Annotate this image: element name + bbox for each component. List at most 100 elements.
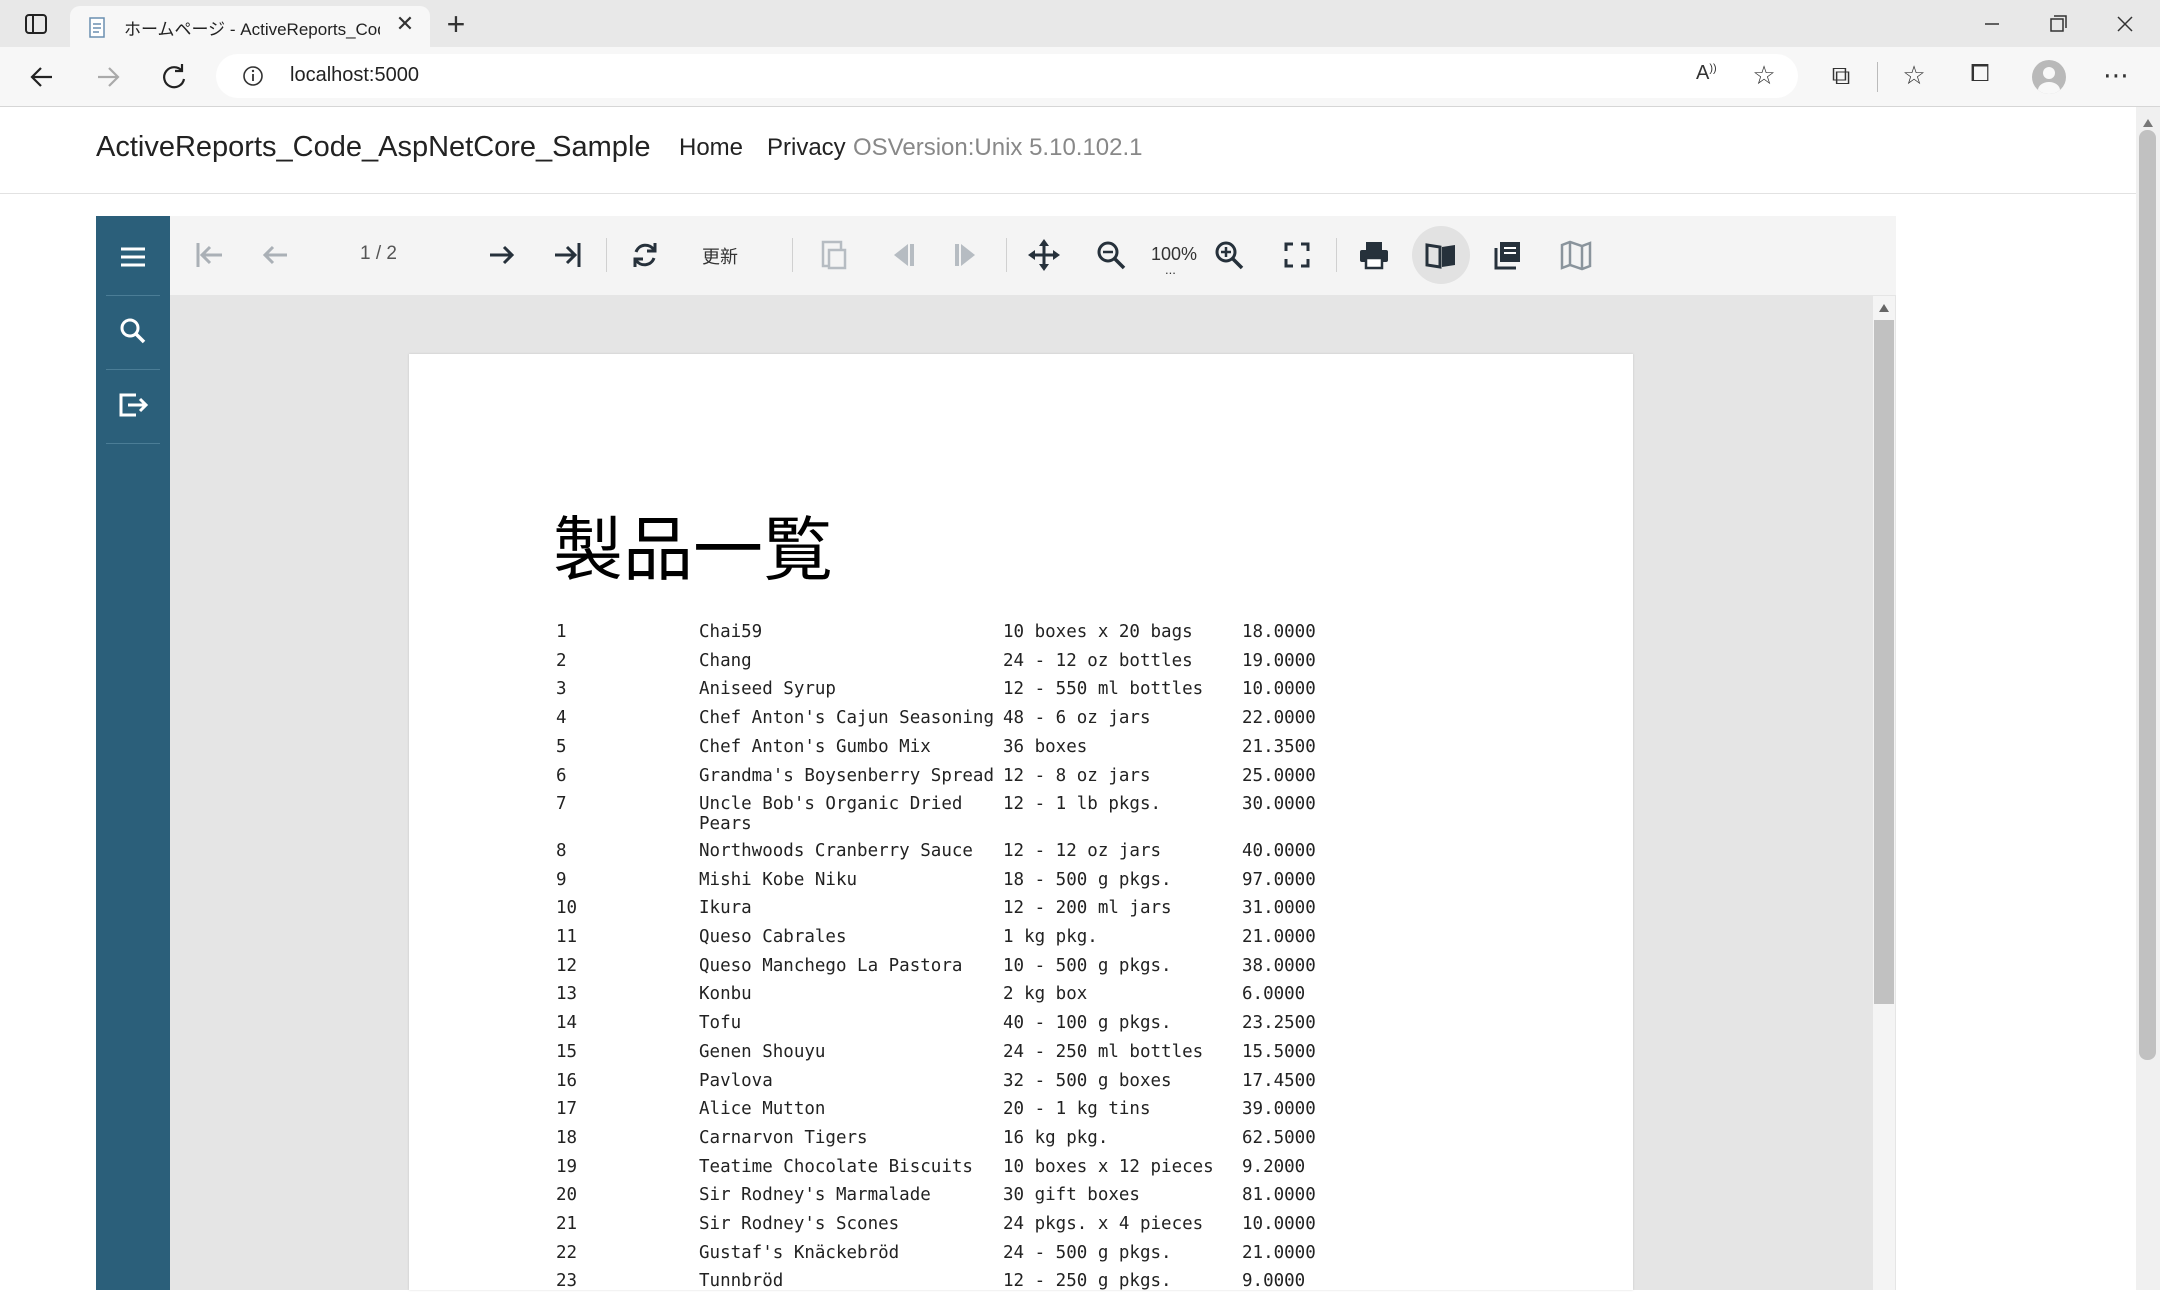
table-row: 12 Queso Manchego La Pastora 10 - 500 g pk… <box>556 956 1456 984</box>
table-row: 3 Aniseed Syrup 12 - 550 ml bottles 10.0000 <box>556 679 1456 707</box>
row-quantity: 12 - 1 lb pkgs. <box>1003 794 1162 815</box>
more-menu-icon[interactable]: ⋯ <box>2100 62 2132 94</box>
viewer-toolbar: 1 / 2 更新 100% ... <box>170 216 1896 295</box>
zoom-in-icon[interactable] <box>1205 231 1253 279</box>
row-id: 16 <box>556 1070 578 1091</box>
row-id: 18 <box>556 1127 578 1148</box>
row-price: 17.4500 <box>1242 1070 1316 1091</box>
search-icon[interactable] <box>114 312 152 350</box>
viewer-scrollbar-thumb[interactable] <box>1874 320 1894 1004</box>
sidebar-divider <box>106 443 160 444</box>
table-row: 17 Alice Mutton 20 - 1 kg tins 39.0000 <box>556 1099 1456 1127</box>
site-header: ActiveReports_Code_AspNetCore_Sample Hom… <box>0 107 2136 194</box>
galley-mode-icon[interactable] <box>1412 226 1470 284</box>
row-id: 13 <box>556 984 578 1005</box>
row-name-continued: Pears <box>699 814 752 835</box>
page-indicator[interactable]: 1 / 2 <box>360 243 397 265</box>
zoom-more[interactable]: ... <box>1165 262 1176 277</box>
copy-icon[interactable] <box>810 231 858 279</box>
fullscreen-icon[interactable] <box>1273 231 1321 279</box>
row-id: 11 <box>556 927 578 947</box>
favorites-icon[interactable]: ☆ <box>1898 62 1930 94</box>
table-row: 6 Grandma's Boysenberry Spread 12 - 8 oz j… <box>556 766 1456 794</box>
product-table: 1 Chai59 10 boxes x 20 bags 18.0000 2 Chang 24… <box>556 622 1456 1302</box>
row-quantity: 18 - 500 g pkgs. <box>1003 869 1172 890</box>
row-id: 12 <box>556 955 578 976</box>
address-bar[interactable]: localhost:5000 A)) ☆ <box>216 54 1798 98</box>
table-row: 8 Northwoods Cranberry Sauce 12 - 12 oz ja… <box>556 841 1456 869</box>
row-id: 8 <box>556 840 567 861</box>
map-icon[interactable] <box>1552 231 1600 279</box>
row-name: Pavlova <box>699 1070 773 1091</box>
new-tab-icon[interactable]: + <box>440 8 472 40</box>
tab-close-icon[interactable]: ✕ <box>392 13 418 39</box>
tab-actions-icon[interactable] <box>22 10 50 38</box>
favorite-add-icon[interactable]: ☆ <box>1750 62 1778 90</box>
row-name: Genen Shouyu <box>699 1041 826 1062</box>
nav-home[interactable]: Home <box>679 134 743 162</box>
report-title: 製品一覧 <box>553 509 833 591</box>
row-id: 5 <box>556 736 567 757</box>
toolbar-separator <box>792 238 793 272</box>
extensions-icon[interactable]: ⧉ <box>1825 62 1857 94</box>
row-name: Chef Anton's Gumbo Mix <box>699 736 931 757</box>
row-price: 21.0000 <box>1242 1242 1316 1263</box>
refresh-icon[interactable] <box>621 231 669 279</box>
window-close-icon[interactable] <box>2108 8 2142 40</box>
last-page-icon[interactable] <box>544 231 592 279</box>
row-quantity: 12 - 550 ml bottles <box>1003 679 1204 700</box>
scroll-up-arrow-icon[interactable] <box>2142 115 2154 127</box>
row-id: 2 <box>556 650 567 671</box>
row-quantity: 32 - 500 g boxes <box>1003 1070 1172 1091</box>
row-name: Aniseed Syrup <box>699 679 836 700</box>
forward-history-icon[interactable] <box>944 231 992 279</box>
row-id: 14 <box>556 1013 578 1034</box>
restore-icon[interactable] <box>2040 8 2074 40</box>
nav-privacy[interactable]: Privacy <box>767 134 846 162</box>
scroll-up-arrow-icon[interactable] <box>1878 300 1890 312</box>
zoom-out-icon[interactable] <box>1087 231 1135 279</box>
row-name: Uncle Bob's Organic Dried <box>699 794 963 815</box>
first-page-icon[interactable] <box>185 231 233 279</box>
site-brand[interactable]: ActiveReports_Code_AspNetCore_Sample <box>96 131 651 164</box>
export-icon[interactable] <box>114 386 152 424</box>
row-id: 1 <box>556 622 567 642</box>
read-aloud-icon[interactable]: A)) <box>1696 62 1724 90</box>
row-price: 22.0000 <box>1242 708 1316 729</box>
collections-icon[interactable]: ⧠ <box>1964 62 1996 94</box>
back-icon[interactable] <box>26 61 58 93</box>
row-name: Mishi Kobe Niku <box>699 869 858 890</box>
row-name: Konbu <box>699 984 752 1005</box>
refresh-label[interactable]: 更新 <box>702 243 738 269</box>
row-quantity: 24 - 250 ml bottles <box>1003 1041 1204 1062</box>
pan-mode-icon[interactable] <box>1020 231 1068 279</box>
table-row: 10 Ikura 12 - 200 ml jars 31.0000 <box>556 898 1456 926</box>
row-name: Sir Rodney's Marmalade <box>699 1185 931 1206</box>
row-id: 21 <box>556 1214 578 1234</box>
row-price: 97.0000 <box>1242 869 1316 890</box>
profile-avatar[interactable] <box>2032 60 2066 94</box>
menu-icon[interactable] <box>114 238 152 276</box>
table-row: 14 Tofu 40 - 100 g pkgs. 23.2500 <box>556 1013 1456 1041</box>
continuous-page-icon[interactable] <box>1485 231 1533 279</box>
forward-icon[interactable] <box>92 61 124 93</box>
previous-page-icon[interactable] <box>252 231 300 279</box>
row-name: Sir Rodney's Scones <box>699 1214 900 1234</box>
backward-icon[interactable] <box>877 231 925 279</box>
report-page: 製品一覧 1 Chai59 10 boxes x 20 bags 18.0000 2 Ch… <box>409 354 1633 1291</box>
row-quantity: 36 boxes <box>1003 736 1088 757</box>
browser-tab-active[interactable]: ホームページ - ActiveReports_Code ✕ <box>70 6 430 47</box>
row-price: 21.0000 <box>1242 927 1316 947</box>
page-scrollbar-thumb[interactable] <box>2139 130 2156 1060</box>
print-icon[interactable] <box>1350 231 1398 279</box>
row-id: 6 <box>556 765 567 786</box>
row-quantity: 12 - 200 ml jars <box>1003 898 1172 919</box>
reload-icon[interactable] <box>158 61 190 93</box>
row-name: Tofu <box>699 1013 742 1034</box>
minimize-icon[interactable] <box>1975 8 2009 40</box>
row-quantity: 12 - 12 oz jars <box>1003 840 1162 861</box>
site-info-icon[interactable] <box>242 65 264 87</box>
os-version: OSVersion:Unix 5.10.102.1 <box>853 134 1143 161</box>
browser-tab-bar: ホームページ - ActiveReports_Code ✕ + <box>0 0 2160 47</box>
next-page-icon[interactable] <box>477 231 525 279</box>
